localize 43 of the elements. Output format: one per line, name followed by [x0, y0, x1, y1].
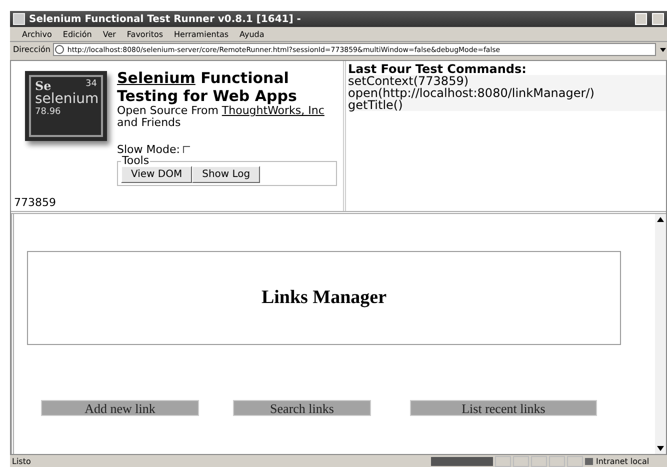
menu-item[interactable]: Edición	[62, 30, 92, 38]
scroll-up-icon[interactable]	[657, 217, 664, 222]
subtitle: Open Source From ThoughtWorks, Inc	[117, 105, 326, 117]
command-entry: setContext(773859)	[348, 75, 469, 87]
status-text: Listo	[12, 456, 32, 466]
thoughtworks-link[interactable]: ThoughtWorks, Inc	[222, 104, 324, 117]
window-title: Selenium Functional Test Runner v0.8.1 [1641] -	[29, 14, 302, 24]
status-pane	[531, 456, 547, 466]
network-icon	[585, 458, 593, 464]
status-pane	[567, 456, 583, 466]
view-dom-button[interactable]: View DOM	[121, 166, 192, 183]
slow-mode-checkbox[interactable]	[182, 146, 190, 153]
app-title-line: Testing for Web Apps	[117, 87, 298, 105]
menu-item[interactable]: Archivo	[22, 30, 52, 38]
page-heading: Links Manager	[261, 287, 387, 309]
nav-link[interactable]: Add new link	[41, 400, 199, 416]
menu-item[interactable]: Ayuda	[240, 30, 264, 38]
nav-link[interactable]: Search links	[233, 400, 371, 416]
menu-item[interactable]: Favoritos	[126, 30, 164, 38]
scrollbar[interactable]	[655, 214, 666, 454]
command-entry: open(http://localhost:8080/linkManager/)	[348, 87, 596, 99]
status-pane	[549, 456, 565, 466]
session-id: 773859	[13, 196, 57, 211]
nav-link[interactable]: List recent links	[410, 400, 597, 416]
selenium-link[interactable]: Selenium	[117, 69, 196, 87]
tools-legend: Tools	[121, 156, 150, 166]
address-label: Dirección	[13, 45, 50, 54]
subtitle-line: and Friends	[117, 117, 182, 129]
window-icon	[13, 13, 25, 25]
command-entry: getTitle()	[348, 99, 403, 111]
menu-item[interactable]: Ver	[102, 30, 116, 38]
app-title: Selenium Functional	[117, 69, 290, 87]
commands-heading: Last Four Test Commands:	[348, 63, 528, 75]
menu-item[interactable]: Herramientas	[174, 30, 229, 38]
zone-text: Intranet local	[596, 456, 650, 466]
slow-mode-label: Slow Mode:	[117, 143, 180, 156]
scroll-down-icon[interactable]	[657, 446, 664, 451]
show-log-button[interactable]: Show Log	[192, 166, 260, 183]
page-icon	[55, 45, 64, 54]
dropdown-arrow-icon[interactable]	[659, 46, 667, 52]
status-pane	[495, 456, 511, 466]
status-pane	[513, 456, 529, 466]
selenium-logo: Se 34 selenium 78.96	[25, 71, 107, 141]
